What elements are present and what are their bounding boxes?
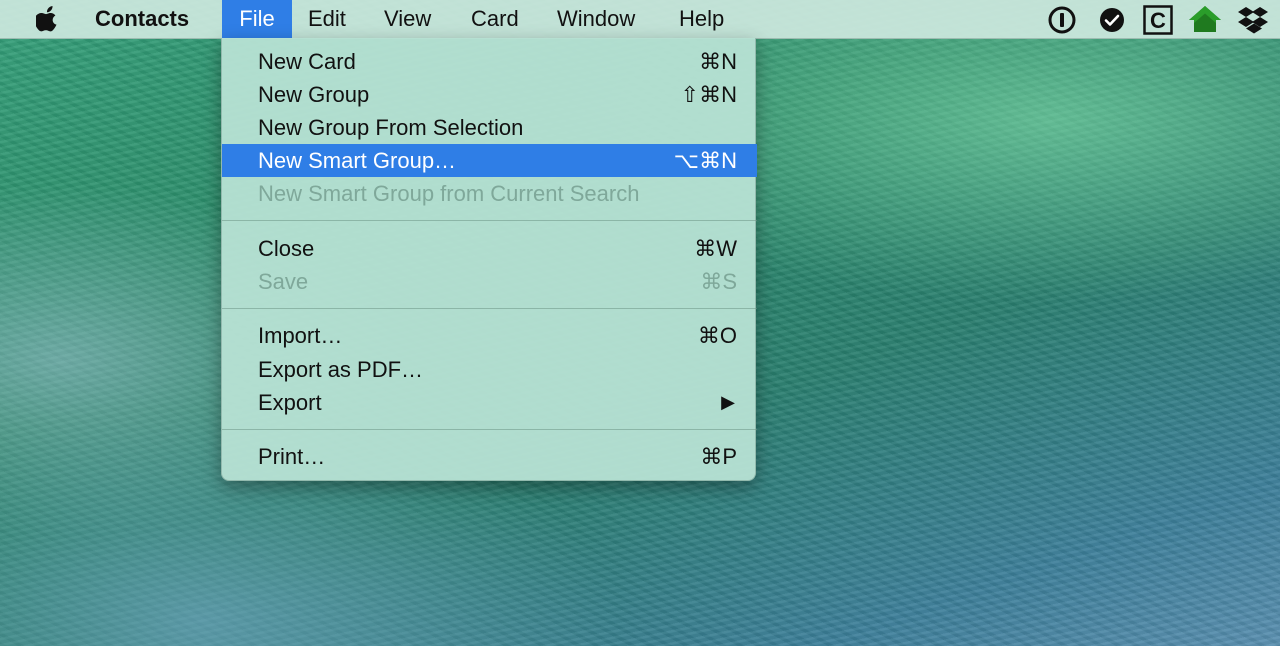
menubar-file[interactable]: File	[222, 0, 292, 38]
menubar-window[interactable]: Window	[547, 0, 645, 38]
menu-item-label: Save	[258, 269, 309, 294]
menu-item-label: Close	[258, 236, 315, 261]
menu-item-label: New Group	[258, 82, 370, 107]
menu-item-import[interactable]: Import… ⌘O	[222, 319, 757, 352]
menu-separator	[222, 308, 757, 309]
menu-item-print[interactable]: Print… ⌘P	[222, 440, 757, 473]
menu-item-label: Export	[258, 390, 322, 415]
menu-item-new-card[interactable]: New Card ⌘N	[222, 45, 757, 78]
menu-item-shortcut: ⌘O	[697, 323, 737, 348]
menu-item-label: New Card	[258, 49, 356, 74]
menubar-card[interactable]: Card	[461, 0, 529, 38]
menu-item-label: Print…	[258, 444, 326, 469]
menu-item-export[interactable]: Export ▶	[222, 386, 757, 419]
c-box-letter: C	[1150, 8, 1166, 33]
menu-item-shortcut: ⌘W	[694, 236, 737, 261]
menu-item-label: Export as PDF…	[258, 357, 424, 382]
menu-item-new-group-from-selection[interactable]: New Group From Selection	[222, 111, 757, 144]
menu-item-shortcut: ⌘P	[700, 444, 737, 469]
menu-separator	[222, 429, 757, 430]
file-menu: New Card ⌘N New Group ⇧⌘N New Group From…	[221, 38, 757, 481]
c-box-icon[interactable]: C	[1143, 5, 1173, 40]
menu-item-label: New Smart Group from Current Search	[258, 181, 640, 206]
check-circle-icon[interactable]	[1098, 6, 1126, 39]
menu-item-save: Save ⌘S	[222, 265, 757, 298]
menubar-app-name[interactable]: Contacts	[85, 0, 199, 38]
menu-bar: Contacts File Edit View Card Window Help…	[0, 0, 1280, 39]
menu-item-label: Import…	[258, 323, 343, 348]
menu-item-new-smart-group-from-search: New Smart Group from Current Search	[222, 177, 757, 210]
apple-icon[interactable]	[34, 6, 60, 32]
menu-item-new-smart-group[interactable]: New Smart Group… ⌥⌘N	[222, 144, 757, 177]
1password-icon[interactable]	[1048, 6, 1076, 39]
menu-item-label: New Group From Selection	[258, 115, 524, 140]
menu-item-shortcut: ⇧⌘N	[680, 82, 737, 107]
menu-item-label: New Smart Group…	[258, 148, 457, 173]
menu-item-shortcut: ⌘S	[700, 269, 737, 294]
menu-item-export-as-pdf[interactable]: Export as PDF…	[222, 353, 757, 386]
menu-item-close[interactable]: Close ⌘W	[222, 232, 757, 265]
menu-item-shortcut: ⌘N	[699, 49, 737, 74]
dropbox-icon[interactable]	[1237, 5, 1269, 40]
menu-separator	[222, 220, 757, 221]
menubar-view[interactable]: View	[374, 0, 441, 38]
menu-item-new-group[interactable]: New Group ⇧⌘N	[222, 78, 757, 111]
menu-item-shortcut: ⌥⌘N	[673, 148, 737, 173]
home-icon[interactable]	[1187, 4, 1223, 39]
menubar-edit[interactable]: Edit	[298, 0, 356, 38]
submenu-arrow-icon: ▶	[721, 392, 735, 412]
menubar-help[interactable]: Help	[669, 0, 734, 38]
